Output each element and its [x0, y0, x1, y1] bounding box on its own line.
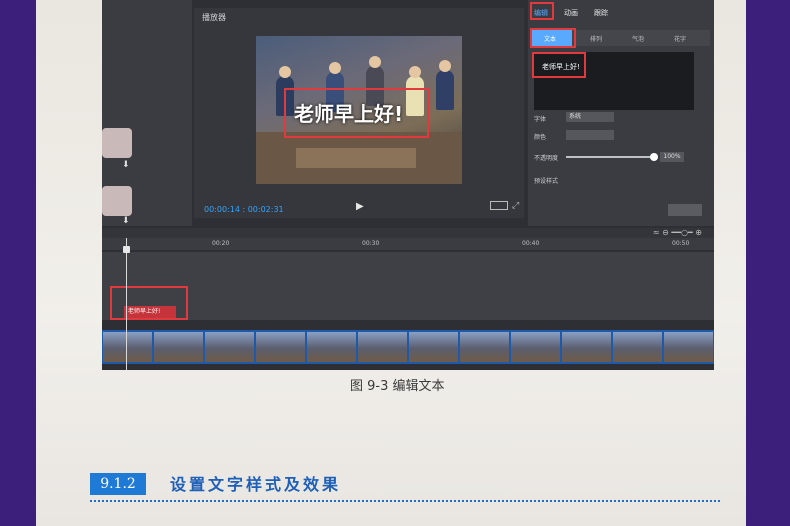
video-thumbnail — [205, 332, 254, 362]
subtab-arrange[interactable]: 排列 — [590, 34, 602, 43]
preview-title: 播放器 — [202, 13, 226, 22]
highlight-box — [532, 52, 586, 78]
video-desk — [296, 148, 416, 168]
play-button[interactable]: ▶ — [356, 201, 364, 212]
subtab-fancy-text[interactable]: 花字 — [674, 34, 686, 43]
font-label: 字体 — [534, 116, 547, 123]
video-figure — [436, 70, 454, 110]
slider-knob[interactable] — [650, 153, 658, 161]
video-thumbnail — [613, 332, 662, 362]
tick-label: 00:30 — [362, 240, 380, 247]
video-figure-head — [369, 56, 381, 68]
video-thumbnail — [562, 332, 611, 362]
video-thumbnail — [409, 332, 458, 362]
frame-right — [746, 0, 790, 526]
video-thumbnail — [664, 332, 713, 362]
video-thumbnail — [103, 332, 152, 362]
highlight-box — [530, 28, 576, 48]
text-track — [102, 252, 714, 320]
playhead-handle[interactable] — [123, 246, 130, 253]
video-thumbnail — [307, 332, 356, 362]
video-thumbnail — [358, 332, 407, 362]
zoom-controls[interactable]: ≈ ⊖ ━━○━ ⊕ — [653, 228, 702, 237]
tab-animation[interactable]: 动画 — [564, 8, 578, 18]
video-figure-head — [279, 66, 291, 78]
video-figure-head — [329, 62, 341, 74]
playhead[interactable] — [126, 238, 127, 370]
opacity-slider[interactable] — [566, 153, 658, 161]
opacity-label: 不透明度 — [534, 155, 559, 162]
sticker-thumb[interactable] — [102, 128, 132, 158]
highlight-box — [530, 2, 554, 20]
subtab-bubble[interactable]: 气泡 — [632, 34, 644, 43]
section-number: 9.1.2 — [90, 473, 146, 495]
editor-screenshot: ⬇ ⬇ 播放器 老师早上好! 00:00:14 : 00:02:31 ▶ ⤢ 编… — [102, 0, 714, 370]
opacity-value[interactable]: 100% — [660, 152, 684, 162]
section-title: 设置文字样式及效果 — [170, 475, 342, 494]
video-figure-head — [409, 66, 421, 78]
video-thumbnail — [511, 332, 560, 362]
font-select[interactable]: 系统 — [566, 112, 614, 122]
color-select[interactable] — [566, 130, 614, 140]
highlight-box — [110, 286, 188, 320]
properties-panel: 编辑 动画 跟踪 文本 排列 气泡 花字 老师早上好! 字体 系统 颜色 不透明… — [528, 0, 714, 226]
video-thumbnail — [460, 332, 509, 362]
aspect-ratio-icon[interactable] — [490, 201, 508, 210]
timeline-ruler[interactable] — [102, 238, 714, 250]
section-divider — [90, 500, 720, 502]
video-figure-head — [439, 60, 451, 72]
video-caption-text[interactable]: 老师早上好! — [294, 98, 403, 127]
sticker-thumb[interactable] — [102, 186, 132, 216]
color-label: 颜色 — [534, 134, 547, 141]
video-track[interactable] — [102, 330, 714, 364]
time-readout: 00:00:14 : 00:02:31 — [204, 205, 284, 214]
download-icon[interactable]: ⬇ — [122, 216, 130, 226]
apply-button[interactable] — [668, 204, 702, 216]
tick-label: 00:40 — [522, 240, 540, 247]
video-frame[interactable]: 老师早上好! — [256, 36, 462, 184]
tab-tracking[interactable]: 跟踪 — [594, 8, 608, 18]
video-thumbnail — [154, 332, 203, 362]
fullscreen-icon[interactable]: ⤢ — [512, 201, 519, 211]
tick-label: 00:20 — [212, 240, 230, 247]
video-thumbnail — [256, 332, 305, 362]
download-icon[interactable]: ⬇ — [122, 160, 130, 170]
preset-label: 预设样式 — [534, 178, 559, 185]
tick-label: 00:50 — [672, 240, 690, 247]
figure-caption: 图 9-3 编辑文本 — [350, 379, 445, 394]
preview-panel: 播放器 老师早上好! 00:00:14 : 00:02:31 ▶ ⤢ — [194, 8, 524, 218]
left-panel: ⬇ ⬇ — [102, 0, 192, 226]
frame-left — [0, 0, 36, 526]
timeline-toolbar — [102, 228, 714, 238]
